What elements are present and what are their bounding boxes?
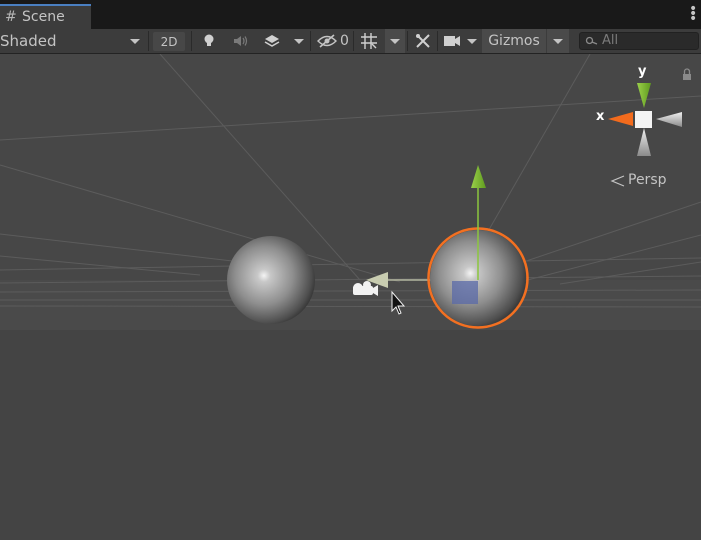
gizmos-dropdown[interactable]: [547, 29, 569, 53]
effects-toggle[interactable]: [258, 29, 286, 53]
toolbar-divider: [191, 31, 192, 51]
chevron-down-icon: [553, 38, 563, 44]
xz-plane-handle[interactable]: [452, 281, 478, 304]
shading-mode-label: Shaded: [0, 32, 57, 50]
chevron-down-icon: [294, 38, 304, 44]
search-placeholder: All: [602, 33, 619, 48]
projection-label[interactable]: Persp: [628, 172, 667, 188]
gizmos-toggle[interactable]: Gizmos: [482, 29, 546, 53]
search-input[interactable]: All: [579, 32, 699, 50]
center-cube-icon[interactable]: [635, 111, 652, 128]
speaker-icon: [234, 36, 248, 46]
hash-icon: #: [5, 9, 17, 25]
sphere-object[interactable]: [227, 236, 315, 324]
ground-background: [0, 330, 701, 540]
tools-icon: [416, 34, 430, 48]
search-icon: [585, 36, 598, 45]
chevron-down-icon: [467, 38, 477, 44]
tools-button[interactable]: [410, 29, 436, 53]
chevron-down-icon: [390, 38, 400, 44]
lighting-toggle[interactable]: [196, 29, 222, 53]
hidden-eye-icon: [317, 34, 338, 48]
layers-effects-icon: [264, 35, 280, 47]
gizmo-y-label: y: [638, 64, 647, 79]
gizmo-x-label: x: [596, 109, 605, 124]
chevron-down-icon: [130, 38, 140, 44]
gizmos-label: Gizmos: [488, 33, 540, 49]
tab-bar: # Scene • • •: [0, 0, 701, 29]
grid-toggle[interactable]: [356, 29, 382, 53]
camera-settings-button[interactable]: [441, 29, 463, 53]
tab-scene-label: Scene: [22, 9, 65, 25]
lock-icon[interactable]: [683, 74, 691, 80]
2d-mode-label: 2D: [160, 34, 178, 49]
toolbar-divider: [437, 31, 438, 51]
toolbar-divider: [148, 31, 149, 51]
audio-toggle[interactable]: [228, 29, 254, 53]
toolbar-divider: [353, 31, 354, 51]
scene-visibility-toggle[interactable]: 0: [314, 29, 352, 53]
lightbulb-icon: [204, 34, 214, 46]
horizon-band: [0, 280, 701, 330]
toolbar-divider: [310, 31, 311, 51]
scene-viewport[interactable]: y x Persp: [0, 54, 701, 540]
toolbar-divider: [407, 31, 408, 51]
hidden-objects-count: 0: [340, 33, 349, 49]
scene-toolbar: Shaded 2D 0 Gizmos All: [0, 29, 701, 54]
camera-icon: [444, 36, 460, 46]
shading-mode-dropdown[interactable]: Shaded: [0, 29, 146, 53]
grid-icon: [361, 33, 377, 49]
scene-canvas[interactable]: [0, 54, 701, 540]
camera-dropdown[interactable]: [463, 29, 481, 53]
more-options-icon[interactable]: • • •: [689, 2, 697, 26]
tab-scene[interactable]: # Scene: [0, 4, 91, 29]
grid-dropdown[interactable]: [385, 29, 405, 53]
effects-dropdown[interactable]: [290, 29, 308, 53]
2d-mode-toggle[interactable]: 2D: [153, 32, 185, 51]
